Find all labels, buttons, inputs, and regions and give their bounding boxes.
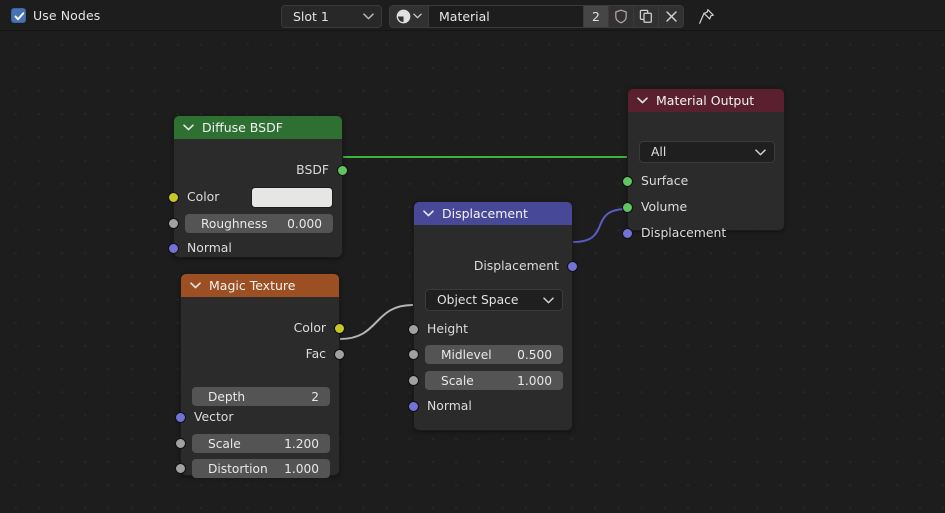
node-material-output[interactable]: Material Output All Surface Volume Displacem… bbox=[622, 88, 785, 240]
unlink-material-button[interactable] bbox=[658, 5, 683, 27]
material-id-block: Material 2 bbox=[389, 4, 684, 28]
prop-name: Scale bbox=[441, 373, 474, 388]
node-title-displacement: Displacement bbox=[442, 206, 528, 221]
input-row-material-output: Volume bbox=[628, 197, 784, 216]
chevron-down-icon bbox=[413, 13, 422, 19]
node-header-diffuse-bsdf[interactable]: Diffuse BSDF bbox=[174, 116, 342, 139]
collapse-chevron-icon[interactable] bbox=[183, 124, 194, 131]
socket-in-displacement-prop2[interactable] bbox=[408, 375, 419, 386]
prop-diffuse-bsdf-roughness[interactable]: Roughness 0.000 bbox=[185, 214, 333, 233]
collapse-chevron-icon[interactable] bbox=[637, 97, 648, 104]
input-label: Color bbox=[187, 189, 220, 204]
use-nodes-checkbox[interactable] bbox=[11, 7, 26, 23]
node-diffuse-bsdf[interactable]: Diffuse BSDF BSDF Color Normal Roughness 0.00… bbox=[168, 115, 348, 258]
prop-magic-texture-depth[interactable]: Depth 2 bbox=[192, 387, 330, 406]
node-editor-header: Use Nodes Slot 1 Material 2 bbox=[0, 0, 945, 31]
output-row-magic-texture: Fac bbox=[181, 344, 339, 363]
socket-in-magic-texture-prop2[interactable] bbox=[175, 463, 186, 474]
input-label: Normal bbox=[187, 240, 232, 255]
duplicate-material-button[interactable] bbox=[633, 5, 658, 27]
input-label: Displacement bbox=[641, 225, 727, 240]
node-title-material-output: Material Output bbox=[656, 93, 755, 108]
link-magic-texture-Fac-to-displacement-Height[interactable] bbox=[339, 304, 414, 340]
collapse-chevron-icon[interactable] bbox=[423, 210, 434, 217]
input-label: Height bbox=[427, 321, 468, 336]
enum-dropdown-displacement[interactable]: Object Space bbox=[425, 289, 563, 311]
chevron-down-icon bbox=[363, 12, 374, 19]
prop-value: 1.000 bbox=[284, 461, 319, 476]
material-sphere-icon bbox=[396, 9, 411, 23]
input-row-magic-texture: Vector bbox=[181, 407, 339, 426]
input-label: Normal bbox=[427, 398, 472, 413]
node-title-magic-texture: Magic Texture bbox=[209, 278, 296, 293]
enum-value: Object Space bbox=[437, 293, 519, 307]
material-users-count-button[interactable]: 2 bbox=[583, 5, 608, 27]
use-nodes-label: Use Nodes bbox=[33, 7, 101, 23]
use-nodes-toggle[interactable]: Use Nodes bbox=[11, 4, 100, 26]
node-header-material-output[interactable]: Material Output bbox=[628, 89, 784, 112]
input-row-diffuse-bsdf: Color bbox=[174, 187, 342, 206]
output-label: Color bbox=[293, 320, 326, 335]
prop-value: 0.500 bbox=[517, 347, 552, 362]
pin-icon bbox=[698, 8, 714, 24]
output-label: BSDF bbox=[296, 162, 329, 177]
prop-name: Depth bbox=[208, 389, 246, 404]
node-header-displacement[interactable]: Displacement bbox=[414, 202, 572, 225]
input-row-material-output: Displacement bbox=[628, 223, 784, 242]
output-label: Displacement bbox=[473, 258, 559, 273]
node-displacement[interactable]: Displacement Displacement Object Space Heig… bbox=[408, 201, 578, 431]
output-row-displacement: Displacement bbox=[414, 256, 572, 275]
material-users-count-value: 2 bbox=[592, 8, 600, 24]
material-slot-dropdown[interactable]: Slot 1 bbox=[281, 4, 382, 28]
chevron-down-icon bbox=[543, 296, 554, 303]
copy-icon bbox=[639, 9, 652, 23]
prop-value: 1.200 bbox=[284, 436, 319, 451]
prop-magic-texture-scale[interactable]: Scale 1.200 bbox=[192, 434, 330, 453]
prop-name: Midlevel bbox=[441, 347, 492, 362]
material-slot-label: Slot 1 bbox=[293, 8, 329, 24]
prop-value: 0.000 bbox=[287, 216, 322, 231]
node-title-diffuse-bsdf: Diffuse BSDF bbox=[202, 120, 283, 135]
enum-value: All bbox=[651, 145, 667, 159]
prop-value: 2 bbox=[311, 389, 319, 404]
node-magic-texture[interactable]: Magic Texture Color Fac Vector Depth 2 Scale 1.… bbox=[175, 273, 345, 478]
header-controls: Slot 1 Material 2 bbox=[281, 4, 719, 28]
material-name-value: Material bbox=[439, 8, 490, 24]
checkmark-icon bbox=[14, 11, 25, 20]
prop-magic-texture-distortion[interactable]: Distortion 1.000 bbox=[192, 459, 330, 478]
prop-displacement-midlevel[interactable]: Midlevel 0.500 bbox=[425, 345, 563, 364]
input-label: Volume bbox=[641, 199, 688, 214]
enum-dropdown-material-output[interactable]: All bbox=[639, 141, 775, 163]
prop-name: Roughness bbox=[201, 216, 268, 231]
input-row-diffuse-bsdf: Normal bbox=[174, 238, 342, 257]
collapse-chevron-icon[interactable] bbox=[190, 282, 201, 289]
input-row-material-output: Surface bbox=[628, 171, 784, 190]
output-label: Fac bbox=[305, 346, 326, 361]
prop-value: 1.000 bbox=[517, 373, 552, 388]
material-name-input[interactable]: Material bbox=[429, 5, 583, 27]
input-row-displacement: Height bbox=[414, 319, 572, 338]
node-editor-canvas[interactable]: Diffuse BSDF BSDF Color Normal Roughness 0.00… bbox=[0, 31, 945, 513]
node-header-magic-texture[interactable]: Magic Texture bbox=[181, 274, 339, 297]
prop-name: Distortion bbox=[208, 461, 268, 476]
input-row-displacement: Normal bbox=[414, 396, 572, 415]
socket-in-magic-texture-prop1[interactable] bbox=[175, 438, 186, 449]
output-row-diffuse-bsdf: BSDF bbox=[174, 160, 342, 179]
link-displacement-Displacement-to-material-output-Displacement[interactable] bbox=[572, 208, 628, 243]
prop-displacement-scale[interactable]: Scale 1.000 bbox=[425, 371, 563, 390]
socket-in-displacement-prop1[interactable] bbox=[408, 349, 419, 360]
prop-name: Scale bbox=[208, 436, 241, 451]
shield-icon bbox=[615, 9, 627, 23]
fake-user-button[interactable] bbox=[608, 5, 633, 27]
chevron-down-icon bbox=[755, 148, 766, 155]
output-row-magic-texture: Color bbox=[181, 318, 339, 337]
pin-id-button[interactable] bbox=[693, 5, 719, 28]
input-label: Surface bbox=[641, 173, 689, 188]
socket-in-diffuse-bsdf-prop1[interactable] bbox=[168, 218, 179, 229]
material-browse-button[interactable] bbox=[390, 5, 429, 27]
input-label: Vector bbox=[194, 409, 234, 424]
close-x-icon bbox=[665, 10, 677, 22]
